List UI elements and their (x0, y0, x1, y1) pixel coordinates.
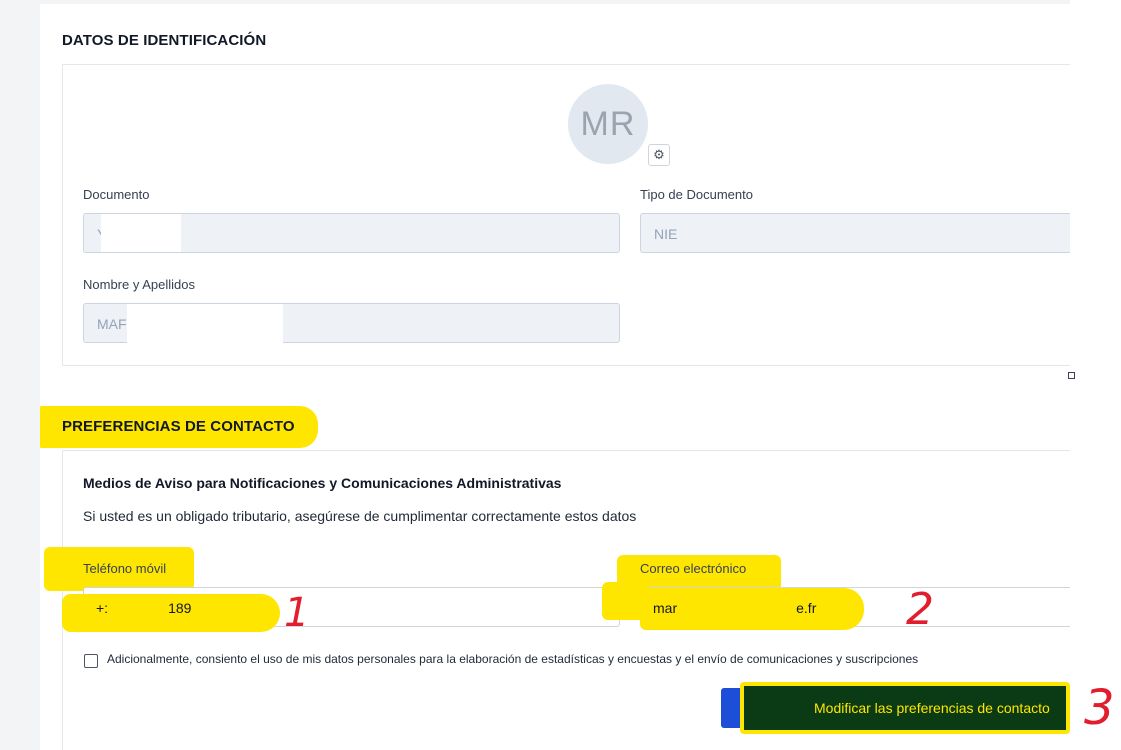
email-value: mar e.fr (653, 600, 816, 616)
consent-checkbox[interactable] (84, 654, 98, 668)
profile-page: DATOS DE IDENTIFICACIÓN MR ⚙ Documento Y… (40, 4, 1070, 750)
nombre-label: Nombre y Apellidos (83, 277, 195, 292)
modify-preferences-label: Modificar las preferencias de contacto (814, 700, 1050, 716)
annotation-two: 2 (906, 584, 934, 635)
avatar: MR (568, 84, 648, 164)
documento-label: Documento (83, 187, 150, 202)
email-value-end: e.fr (796, 600, 817, 616)
identification-title: DATOS DE IDENTIFICACIÓN (62, 32, 267, 49)
tipo-documento-label: Tipo de Documento (640, 187, 753, 202)
resize-handle[interactable] (1068, 372, 1075, 379)
avatar-initials: MR (580, 104, 636, 143)
redaction-box (127, 304, 283, 344)
consent-label: Adicionalmente, consiento el uso de mis … (107, 652, 919, 666)
email-value-start: mar (653, 600, 678, 616)
annotation-one: 1 (284, 590, 310, 636)
email-label: Correo electrónico (640, 561, 747, 576)
tipo-documento-field: NIE (640, 213, 1070, 253)
phone-value-end: 189 (168, 600, 192, 616)
page-gutter (1070, 0, 1121, 750)
gear-icon[interactable]: ⚙ (648, 144, 670, 166)
contact-subtitle: Medios de Aviso para Notificaciones y Co… (83, 475, 562, 491)
annotation-three: 3 (1084, 680, 1115, 736)
phone-value-start: +: (96, 600, 109, 616)
modify-preferences-label-highlight[interactable]: Modificar las preferencias de contacto (740, 682, 1070, 734)
tipo-documento-value: NIE (654, 226, 678, 242)
contact-title: PREFERENCIAS DE CONTACTO (62, 418, 295, 435)
phone-label: Teléfono móvil (83, 561, 167, 576)
contact-description: Si usted es un obligado tributario, aseg… (83, 508, 637, 524)
nombre-value-start: MAF (97, 316, 127, 332)
redaction-box (101, 214, 181, 252)
phone-value: +: 189 (96, 600, 191, 616)
